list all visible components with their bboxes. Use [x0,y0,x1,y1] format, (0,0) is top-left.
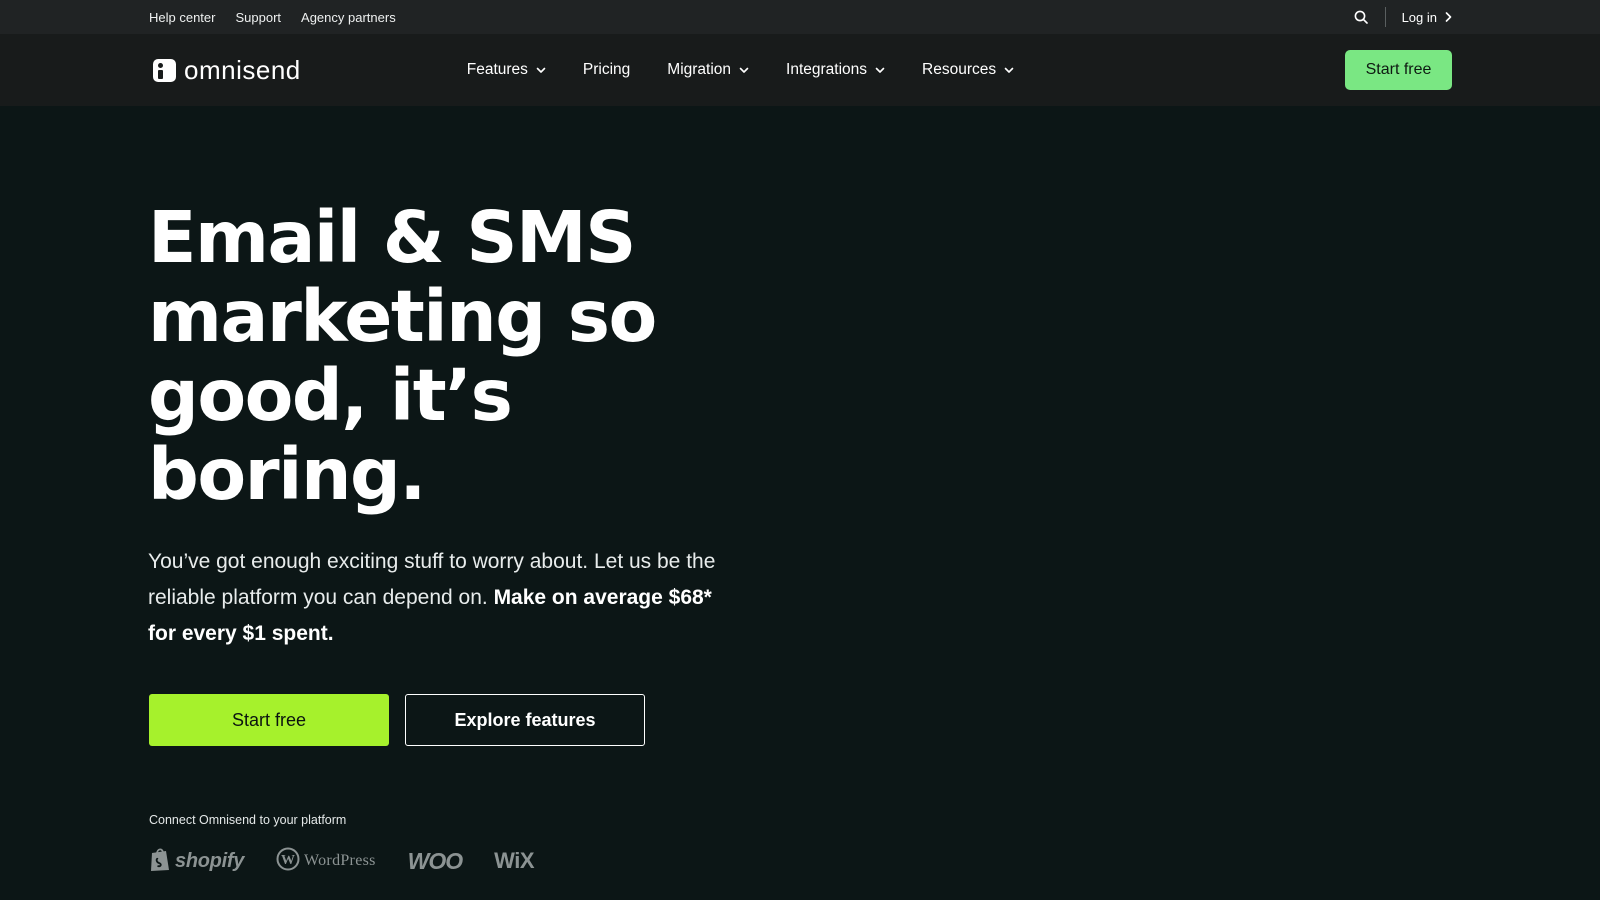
search-icon[interactable] [1351,7,1371,27]
nav-item-pricing[interactable]: Pricing [583,61,630,79]
login-link[interactable]: Log in [1402,10,1452,25]
nav-item-label: Resources [922,61,997,78]
svg-text:W: W [281,853,295,868]
wix-wordmark: WiX [494,848,535,873]
help-center-link[interactable]: Help center [149,10,215,25]
nav-item-label: Integrations [786,61,868,78]
nav-item-migration[interactable]: Migration [667,61,749,79]
nav-item-label: Migration [667,61,732,78]
nav-menu: Features Pricing Migration Integrations … [467,61,1014,79]
utility-divider [1384,7,1386,27]
nav-item-label: Pricing [582,61,631,78]
nav-item-features[interactable]: Features [467,61,546,79]
nav-item-integrations[interactable]: Integrations [786,61,885,79]
platform-logos: shopify W WordPress WOO WiX [149,846,535,877]
explore-features-button[interactable]: Explore features [405,694,645,746]
chevron-down-icon [536,61,546,79]
chevron-down-icon [1004,61,1014,79]
chevron-right-icon [1445,10,1452,25]
hero-title: Email & SMS marketing so good, it’s bori… [148,196,657,516]
utility-links: Help center Support Agency partners [149,10,396,25]
woo-wordmark: WOO [407,847,463,874]
shopify-bag-icon [149,846,171,877]
nav-item-resources[interactable]: Resources [922,61,1014,79]
woo-logo[interactable]: WOO [408,848,463,875]
wordpress-wordmark: WordPress [304,852,376,869]
nav-item-label: Features [466,61,528,78]
shopify-logo[interactable]: shopify [149,846,244,877]
support-link[interactable]: Support [235,10,281,25]
hero-start-free-button[interactable]: Start free [149,694,389,746]
login-label: Log in [1401,9,1437,25]
agency-partners-link[interactable]: Agency partners [301,10,396,25]
nav-start-free-button[interactable]: Start free [1345,50,1452,90]
chevron-down-icon [739,61,749,79]
wordpress-w-icon: W [276,847,300,876]
logo-text: omnisend [184,54,301,85]
main-navigation: omnisend Features Pricing Migration Inte… [0,34,1600,106]
omnisend-logo[interactable]: omnisend [153,55,301,86]
omnisend-logo-icon [153,58,176,82]
wordpress-logo[interactable]: W WordPress [276,847,376,876]
wix-logo[interactable]: WiX [494,848,534,874]
hero-description: You’ve got enough exciting stuff to worr… [148,544,718,652]
chevron-down-icon [875,61,885,79]
shopify-wordmark: shopify [175,849,245,872]
connect-platform-label: Connect Omnisend to your platform [149,813,347,827]
utility-bar: Help center Support Agency partners Log … [0,0,1600,34]
utility-actions: Log in [1351,7,1452,27]
